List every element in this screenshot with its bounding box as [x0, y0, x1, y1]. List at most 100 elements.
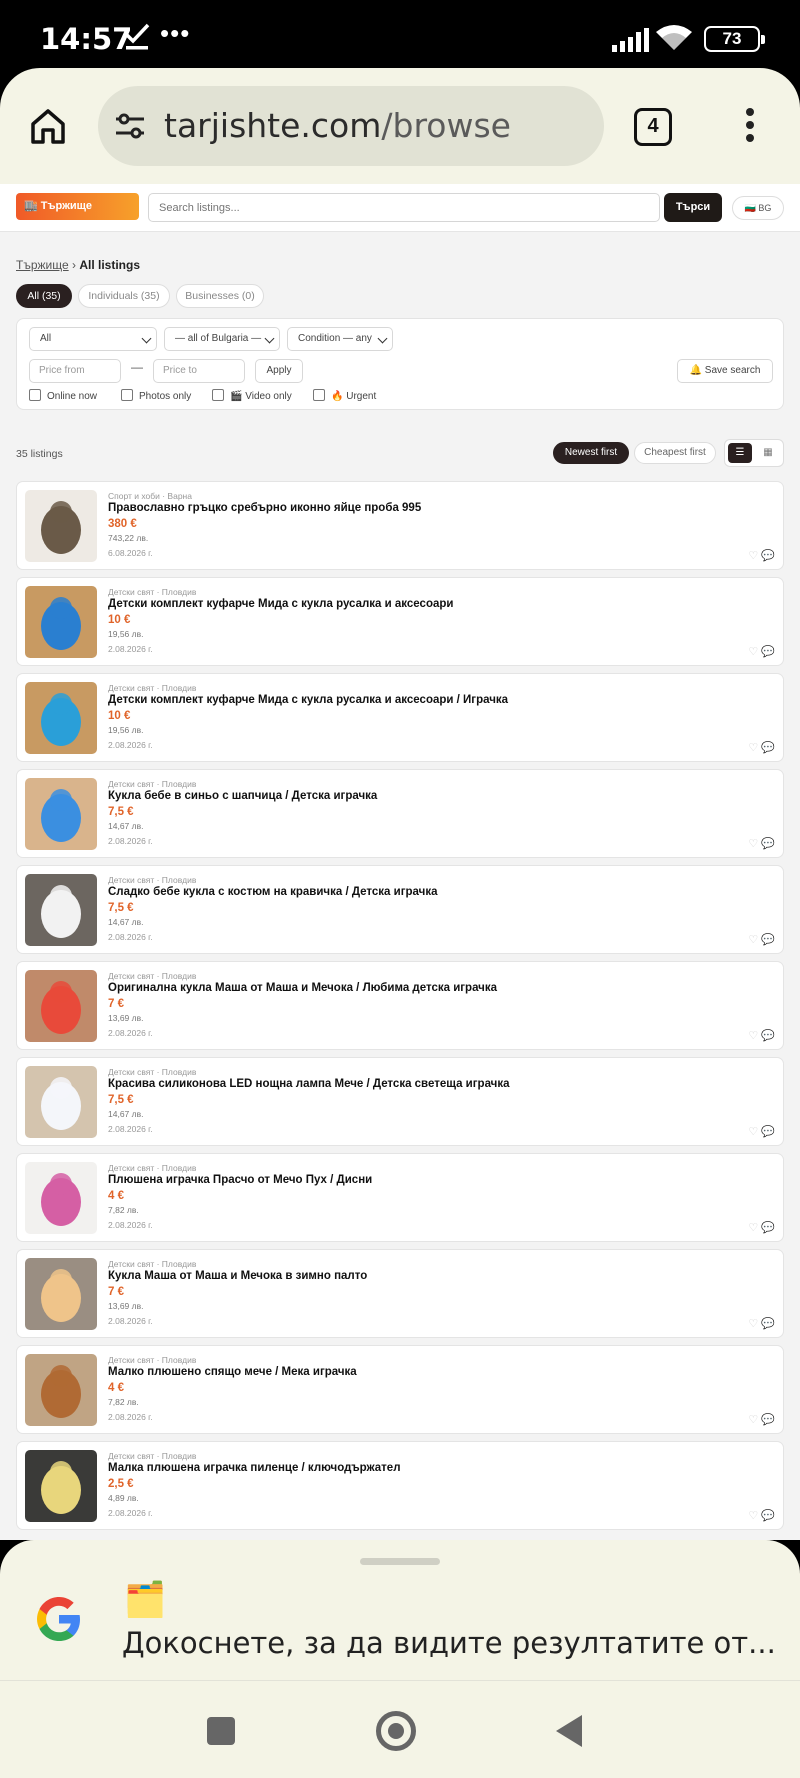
listing-title[interactable]: Кукла Маша от Маша и Мечока в зимно палт…	[108, 1270, 367, 1282]
tab-switcher-button[interactable]: 4	[634, 108, 672, 146]
listing-title[interactable]: Оригинална кукла Маша от Маша и Мечока /…	[108, 982, 497, 994]
price-from-input[interactable]: Price from	[29, 359, 121, 383]
checkbox-label: 🎬 Video only	[230, 391, 292, 402]
url-text[interactable]: tarjishte.com/browse	[164, 106, 511, 145]
listing-title[interactable]: Плюшена играчка Прасчо от Мечо Пух / Дис…	[108, 1174, 372, 1186]
sheet-drag-handle[interactable]	[360, 1558, 440, 1565]
seller-filter-businesses[interactable]: Businesses (0)	[176, 284, 264, 308]
listing-price: 10 €	[108, 614, 131, 626]
message-bubble-icon[interactable]: 💬	[761, 550, 775, 562]
favorite-heart-icon[interactable]: ♡	[748, 934, 758, 946]
listing-card[interactable]: Детски свят · Пловдив Малко плюшено спящо…	[16, 1345, 784, 1434]
favorite-heart-icon[interactable]: ♡	[748, 838, 758, 850]
listing-thumbnail[interactable]	[25, 1354, 97, 1426]
listing-thumbnail[interactable]	[25, 970, 97, 1042]
listing-card[interactable]: Детски свят · Пловдив Малка плюшена играч…	[16, 1441, 784, 1530]
listing-card[interactable]: Детски свят · Пловдив Кукла бебе в синьо …	[16, 769, 784, 858]
listing-title[interactable]: Кукла бебе в синьо с шапчица / Детска иг…	[108, 790, 377, 802]
favorite-heart-icon[interactable]: ♡	[748, 1222, 758, 1234]
listing-title[interactable]: Православно гръцко сребърно иконно яйце …	[108, 502, 421, 514]
condition-select[interactable]: Condition — any	[287, 327, 393, 351]
price-to-input[interactable]: Price to	[153, 359, 245, 383]
home-icon[interactable]	[28, 106, 68, 146]
favorite-heart-icon[interactable]: ♡	[748, 1318, 758, 1330]
favorite-heart-icon[interactable]: ♡	[748, 742, 758, 754]
google-lens-sheet[interactable]: 🗂️ Докоснете, за да видите резултатите о…	[0, 1540, 800, 1680]
urgent-checkbox[interactable]: 🔥 Urgent	[313, 389, 376, 404]
listing-title[interactable]: Детски комплект куфарче Мида с кукла рус…	[108, 598, 453, 610]
favorite-heart-icon[interactable]: ♡	[748, 1126, 758, 1138]
online-now-checkbox[interactable]: Online now	[29, 389, 97, 404]
search-input[interactable]	[148, 193, 660, 222]
listing-meta: Детски свят · Пловдив	[108, 683, 197, 693]
home-button[interactable]	[376, 1711, 416, 1751]
favorite-heart-icon[interactable]: ♡	[748, 550, 758, 562]
site-settings-icon[interactable]	[114, 110, 146, 142]
message-bubble-icon[interactable]: 💬	[761, 1030, 775, 1042]
site-logo[interactable]: 🏬 Тържище	[16, 193, 139, 220]
back-button[interactable]	[556, 1715, 582, 1747]
category-select[interactable]: All	[29, 327, 157, 351]
listing-card[interactable]: Детски свят · Пловдив Сладко бебе кукла с…	[16, 865, 784, 954]
search-button[interactable]: Търси	[664, 193, 722, 222]
message-bubble-icon[interactable]: 💬	[761, 1318, 775, 1330]
video-only-checkbox[interactable]: 🎬 Video only	[212, 389, 292, 404]
listing-card[interactable]: Детски свят · Пловдив Детски комплект куф…	[16, 577, 784, 666]
seller-filter-individuals[interactable]: Individuals (35)	[78, 284, 170, 308]
listing-title[interactable]: Малка плюшена играчка пиленце / ключодър…	[108, 1462, 401, 1474]
listing-title[interactable]: Малко плюшено спящо мече / Мека играчка	[108, 1366, 357, 1378]
favorite-heart-icon[interactable]: ♡	[748, 646, 758, 658]
photos-only-checkbox[interactable]: Photos only	[121, 389, 191, 404]
address-bar[interactable]: tarjishte.com/browse	[98, 86, 604, 166]
sheet-prompt-text: Докоснете, за да видите резултатите от..…	[122, 1626, 776, 1660]
listing-thumbnail[interactable]	[25, 586, 97, 658]
recents-button[interactable]	[207, 1717, 235, 1745]
seller-filter-all[interactable]: All (35)	[16, 284, 72, 308]
message-bubble-icon[interactable]: 💬	[761, 646, 775, 658]
sort-newest-button[interactable]: Newest first	[553, 442, 629, 464]
listing-price-lev: 14,67 лв.	[108, 1109, 144, 1119]
listing-card[interactable]: Детски свят · Пловдив Оригинална кукла Ма…	[16, 961, 784, 1050]
listing-card[interactable]: Детски свят · Пловдив Плюшена играчка Пра…	[16, 1153, 784, 1242]
listing-actions: ♡ 💬	[745, 1413, 775, 1426]
listing-card[interactable]: Детски свят · Пловдив Красива силиконова …	[16, 1057, 784, 1146]
price-range-dash: —	[131, 360, 143, 374]
listing-card[interactable]: Спорт и хоби · Варна Православно гръцко с…	[16, 481, 784, 570]
listing-meta: Детски свят · Пловдив	[108, 971, 197, 981]
grid-view-icon[interactable]: ▦	[756, 443, 780, 463]
message-bubble-icon[interactable]: 💬	[761, 1414, 775, 1426]
browser-menu-icon[interactable]	[744, 108, 756, 148]
listing-card[interactable]: Детски свят · Пловдив Детски комплект куф…	[16, 673, 784, 762]
listing-thumbnail[interactable]	[25, 778, 97, 850]
favorite-heart-icon[interactable]: ♡	[748, 1030, 758, 1042]
list-view-icon[interactable]: ☰	[728, 443, 752, 463]
listing-title[interactable]: Детски комплект куфарче Мида с кукла рус…	[108, 694, 508, 706]
listing-title[interactable]: Сладко бебе кукла с костюм на кравичка /…	[108, 886, 437, 898]
region-select[interactable]: — all of Bulgaria —	[164, 327, 280, 351]
url-path: /browse	[381, 106, 511, 145]
message-bubble-icon[interactable]: 💬	[761, 1510, 775, 1522]
apply-button[interactable]: Apply	[255, 359, 303, 383]
message-bubble-icon[interactable]: 💬	[761, 934, 775, 946]
message-bubble-icon[interactable]: 💬	[761, 742, 775, 754]
save-search-button[interactable]: 🔔 Save search	[677, 359, 773, 383]
listing-thumbnail[interactable]	[25, 874, 97, 946]
message-bubble-icon[interactable]: 💬	[761, 1222, 775, 1234]
language-switcher[interactable]: 🇧🇬 BG	[732, 196, 784, 220]
sort-cheapest-button[interactable]: Cheapest first	[634, 442, 716, 464]
listing-thumbnail[interactable]	[25, 1450, 97, 1522]
listing-title[interactable]: Красива силиконова LED нощна лампа Мече …	[108, 1078, 510, 1090]
breadcrumb-root-link[interactable]: Тържище	[16, 258, 69, 272]
listing-thumbnail[interactable]	[25, 490, 97, 562]
listing-date: 2.08.2026 г.	[108, 740, 153, 750]
listing-thumbnail[interactable]	[25, 1258, 97, 1330]
message-bubble-icon[interactable]: 💬	[761, 1126, 775, 1138]
favorite-heart-icon[interactable]: ♡	[748, 1414, 758, 1426]
listing-thumbnail[interactable]	[25, 1066, 97, 1138]
favorite-heart-icon[interactable]: ♡	[748, 1510, 758, 1522]
listing-thumbnail[interactable]	[25, 1162, 97, 1234]
listing-card[interactable]: Детски свят · Пловдив Кукла Маша от Маша …	[16, 1249, 784, 1338]
signal-icon	[612, 28, 649, 52]
message-bubble-icon[interactable]: 💬	[761, 838, 775, 850]
listing-thumbnail[interactable]	[25, 682, 97, 754]
